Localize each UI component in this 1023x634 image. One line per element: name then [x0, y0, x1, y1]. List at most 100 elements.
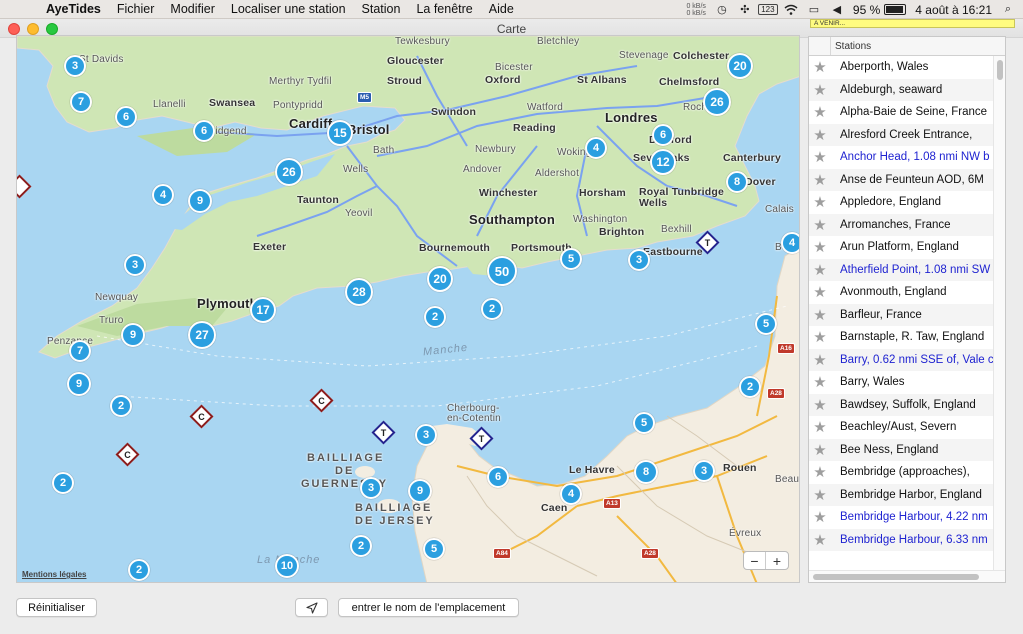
station-cluster[interactable]: 6 — [115, 106, 137, 128]
favorite-star-icon[interactable]: ★ — [809, 396, 831, 414]
favorite-star-icon[interactable]: ★ — [809, 306, 831, 324]
menu-file[interactable]: Fichier — [109, 2, 163, 16]
station-row[interactable]: ★ Barfleur, France — [809, 303, 993, 326]
time-machine-icon[interactable]: ◷ — [715, 3, 729, 17]
station-row[interactable]: ★ Avonmouth, England — [809, 281, 993, 304]
station-row[interactable]: ★ Anse de Feunteun AOD, 6M — [809, 168, 993, 191]
move-icon[interactable]: ✣ — [738, 3, 752, 17]
favorite-star-icon[interactable]: ★ — [809, 531, 831, 549]
station-row[interactable]: ★ Bawdsey, Suffolk, England — [809, 393, 993, 416]
favorite-star-icon[interactable]: ★ — [809, 193, 831, 211]
station-row[interactable]: ★ Bembridge Harbour, 4.22 nm — [809, 506, 993, 529]
station-cluster[interactable]: 4 — [152, 184, 174, 206]
favorite-star-icon[interactable]: ★ — [809, 373, 831, 391]
station-cluster[interactable]: 26 — [275, 158, 303, 186]
station-cluster[interactable]: 3 — [693, 460, 715, 482]
favorite-star-icon[interactable]: ★ — [809, 328, 831, 346]
locate-me-button[interactable] — [295, 598, 328, 617]
station-row[interactable]: ★ Appledore, England — [809, 191, 993, 214]
favorite-star-icon[interactable]: ★ — [809, 171, 831, 189]
favorite-star-icon[interactable]: ★ — [809, 81, 831, 99]
map-view[interactable]: St Davids Llanelli Swansea Merthyr Tydfi… — [16, 35, 800, 583]
station-cluster[interactable]: 2 — [739, 376, 761, 398]
station-cluster[interactable]: 4 — [585, 137, 607, 159]
favorite-star-icon[interactable]: ★ — [809, 58, 831, 76]
spotlight-search-icon[interactable]: ⌕ — [1001, 3, 1015, 17]
station-cluster[interactable]: 7 — [69, 340, 91, 362]
menu-clock[interactable]: 4 août à 16:21 — [915, 3, 992, 17]
station-row[interactable]: ★ Atherfield Point, 1.08 nmi SW — [809, 258, 993, 281]
reset-button[interactable]: Réinitialiser — [16, 598, 97, 617]
station-cluster[interactable]: 9 — [67, 372, 91, 396]
menu-edit[interactable]: Modifier — [162, 2, 222, 16]
station-row[interactable]: ★ Arun Platform, England — [809, 236, 993, 259]
station-cluster[interactable]: 2 — [350, 535, 372, 557]
stations-column-header[interactable]: Stations — [831, 41, 871, 52]
wifi-icon[interactable] — [784, 3, 798, 17]
zoom-out-button[interactable]: − — [744, 552, 766, 569]
favorite-star-icon[interactable]: ★ — [809, 283, 831, 301]
station-row[interactable]: ★ Alresford Creek Entrance, — [809, 123, 993, 146]
station-row[interactable]: ★ Bembridge Harbour, 6.33 nm — [809, 528, 993, 551]
favorite-star-icon[interactable]: ★ — [809, 441, 831, 459]
vertical-scrollbar[interactable] — [993, 56, 1005, 570]
favorite-star-icon[interactable]: ★ — [809, 418, 831, 436]
battery-indicator[interactable]: 95 % — [853, 3, 907, 17]
station-cluster[interactable]: 7 — [70, 91, 92, 113]
station-row[interactable]: ★ Anchor Head, 1.08 nmi NW b — [809, 146, 993, 169]
station-cluster[interactable]: 5 — [633, 412, 655, 434]
station-cluster[interactable]: 8 — [634, 460, 658, 484]
station-row[interactable]: ★ Bee Ness, England — [809, 438, 993, 461]
station-row[interactable]: ★ Bembridge (approaches), — [809, 461, 993, 484]
station-cluster[interactable]: 2 — [128, 559, 150, 581]
station-cluster[interactable]: 27 — [188, 321, 216, 349]
favorite-star-icon[interactable]: ★ — [809, 508, 831, 526]
station-cluster[interactable]: 5 — [423, 538, 445, 560]
station-cluster[interactable]: 9 — [121, 323, 145, 347]
volume-icon[interactable]: ◀ — [830, 3, 844, 17]
station-cluster[interactable]: 8 — [726, 171, 748, 193]
station-cluster[interactable]: 5 — [560, 248, 582, 270]
station-cluster[interactable]: 4 — [560, 483, 582, 505]
notification-banner[interactable]: A VENIR... — [810, 19, 1015, 28]
station-cluster[interactable]: 17 — [250, 297, 276, 323]
favorite-star-icon[interactable]: ★ — [809, 126, 831, 144]
menu-window[interactable]: La fenêtre — [408, 2, 480, 16]
station-cluster[interactable]: 10 — [275, 554, 299, 578]
station-cluster[interactable]: 2 — [424, 306, 446, 328]
station-row[interactable]: ★ Aldeburgh, seaward — [809, 78, 993, 101]
station-cluster[interactable]: 9 — [188, 189, 212, 213]
favorite-star-icon[interactable]: ★ — [809, 463, 831, 481]
menu-station[interactable]: Station — [354, 2, 409, 16]
favorite-star-icon[interactable]: ★ — [809, 148, 831, 166]
scroll-thumb[interactable] — [813, 574, 979, 580]
favorite-star-icon[interactable]: ★ — [809, 216, 831, 234]
station-cluster[interactable]: 2 — [481, 298, 503, 320]
favorite-star-icon[interactable]: ★ — [809, 103, 831, 121]
favorite-star-icon[interactable]: ★ — [809, 351, 831, 369]
menu-app[interactable]: AyeTides — [38, 2, 109, 16]
station-cluster[interactable]: 20 — [727, 53, 753, 79]
station-cluster[interactable]: 3 — [628, 249, 650, 271]
menu-locate-station[interactable]: Localiser une station — [223, 2, 354, 16]
station-row[interactable]: ★ Bembridge Harbor, England — [809, 483, 993, 506]
menu-help[interactable]: Aide — [481, 2, 522, 16]
station-cluster[interactable]: 3 — [415, 424, 437, 446]
favorite-star-icon[interactable]: ★ — [809, 238, 831, 256]
station-cluster[interactable]: 28 — [345, 278, 373, 306]
station-row[interactable]: ★ Barry, 0.62 nmi SSE of, Vale c — [809, 348, 993, 371]
station-cluster[interactable]: 6 — [487, 466, 509, 488]
station-cluster[interactable]: 26 — [703, 88, 731, 116]
legal-notice-link[interactable]: Mentions légales — [22, 570, 86, 579]
station-cluster[interactable]: 2 — [52, 472, 74, 494]
station-cluster[interactable]: 6 — [652, 124, 674, 146]
station-cluster[interactable]: 9 — [408, 479, 432, 503]
station-cluster[interactable]: 3 — [124, 254, 146, 276]
station-row[interactable]: ★ Barry, Wales — [809, 371, 993, 394]
station-cluster[interactable]: 3 — [360, 477, 382, 499]
keyboard-input-icon[interactable]: 123 — [758, 3, 778, 17]
favorite-star-icon[interactable]: ★ — [809, 261, 831, 279]
station-row[interactable]: ★ Arromanches, France — [809, 213, 993, 236]
station-cluster[interactable]: 12 — [650, 149, 676, 175]
station-cluster[interactable]: 20 — [427, 266, 453, 292]
